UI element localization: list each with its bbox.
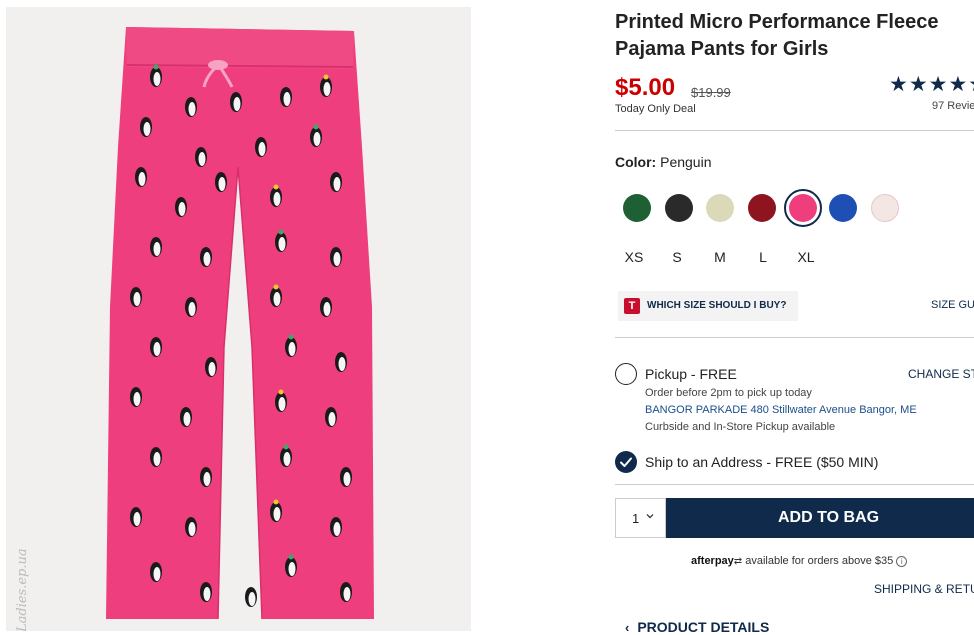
- swatch-black-holiday-print[interactable]: [665, 194, 693, 222]
- chevron-left-icon: ‹: [625, 620, 630, 635]
- curbside-note: Curbside and In-Store Pickup available: [645, 421, 836, 433]
- pajama-pants-image: [6, 7, 471, 631]
- size-guide-link[interactable]: SIZE GUIDE: [931, 299, 974, 311]
- star-rating-icon[interactable]: ★★★★★: [889, 72, 974, 97]
- product-image[interactable]: Ladies.ep.ua: [6, 7, 471, 631]
- swatch-red-buffalo-plaid[interactable]: [748, 194, 776, 222]
- checkmark-icon: [620, 457, 632, 467]
- store-name-link[interactable]: BANGOR PARKADE 480 Stillwater Avenue Ban…: [645, 404, 917, 416]
- ship-radio-checked[interactable]: [615, 451, 637, 473]
- change-store-link[interactable]: CHANGE STORE: [908, 367, 974, 381]
- pickup-radio[interactable]: [615, 363, 637, 385]
- deal-label: Today Only Deal: [615, 103, 696, 115]
- penguin-motif: [180, 407, 192, 427]
- swatch-pink-penguin-selected[interactable]: [784, 189, 822, 227]
- size-help-button[interactable]: T WHICH SIZE SHOULD I BUY?: [618, 291, 798, 321]
- penguin-motif: [185, 297, 197, 317]
- penguin-motif: [325, 407, 337, 427]
- product-info-panel: Printed Micro Performance Fleece Pajama …: [615, 0, 974, 635]
- penguin-motif: [340, 582, 352, 602]
- quantity-select[interactable]: 1: [615, 498, 666, 538]
- size-help-label: WHICH SIZE SHOULD I BUY?: [647, 300, 787, 311]
- penguin-motif: [200, 247, 212, 267]
- penguin-motif: [330, 172, 342, 192]
- penguin-motif: [150, 562, 162, 582]
- penguin-motif: [185, 517, 197, 537]
- afterpay-arrow-icon: ⇄: [733, 556, 743, 567]
- penguin-motif: [280, 87, 292, 107]
- reviews-link[interactable]: 97 Reviews: [932, 100, 974, 112]
- penguin-motif: [185, 97, 197, 117]
- swatch-blue-sparkle[interactable]: [829, 194, 857, 222]
- sale-price: $5.00: [615, 74, 676, 101]
- penguin-motif: [130, 287, 142, 307]
- penguin-motif: [215, 172, 227, 192]
- color-label-prefix: Color:: [615, 154, 657, 170]
- penguin-motif: [245, 587, 257, 607]
- add-to-bag-button[interactable]: ADD TO BAG: [666, 498, 974, 538]
- penguin-motif: [150, 337, 162, 357]
- penguin-motif: [195, 147, 207, 167]
- swatch-green-christmas-tree[interactable]: [623, 194, 651, 222]
- quantity-value: 1: [632, 511, 640, 526]
- penguin-motif: [255, 137, 267, 157]
- swatch-cream-plaid[interactable]: [706, 194, 734, 222]
- penguin-motif: [340, 467, 352, 487]
- add-to-bag-label: ADD TO BAG: [778, 509, 880, 526]
- penguin-motif: [175, 197, 187, 217]
- swatch-pink-penguin-fill: [789, 194, 817, 222]
- svg-text:Ladies.ep.ua: Ladies.ep.ua: [15, 548, 30, 631]
- product-title: Printed Micro Performance Fleece Pajama …: [615, 11, 939, 60]
- penguin-motif: [200, 582, 212, 602]
- divider: [615, 337, 974, 338]
- selected-color-name: Penguin: [660, 154, 712, 170]
- size-option-m[interactable]: M: [705, 249, 735, 265]
- size-option-s[interactable]: S: [662, 249, 692, 265]
- penguin-motif: [150, 237, 162, 257]
- swatch-candy-cane[interactable]: [871, 194, 899, 222]
- afterpay-text: available for orders above $35: [745, 555, 894, 567]
- chevron-down-icon: [646, 514, 654, 519]
- product-details-toggle[interactable]: ‹ PRODUCT DETAILS: [625, 619, 769, 635]
- penguin-motif: [330, 517, 342, 537]
- penguin-motif: [335, 352, 347, 372]
- ship-to-address-label[interactable]: Ship to an Address - FREE ($50 MIN): [645, 454, 878, 470]
- penguin-motif: [135, 167, 147, 187]
- shipping-returns-link[interactable]: SHIPPING & RETURNS: [874, 582, 974, 596]
- penguin-motif: [130, 387, 142, 407]
- original-price: $19.99: [691, 85, 731, 100]
- divider: [615, 484, 974, 485]
- penguin-motif: [205, 357, 217, 377]
- penguin-motif: [230, 92, 242, 112]
- penguin-motif: [200, 467, 212, 487]
- info-icon[interactable]: i: [896, 555, 908, 567]
- penguin-motif: [140, 117, 152, 137]
- pickup-note: Order before 2pm to pick up today: [645, 387, 812, 399]
- divider: [615, 130, 974, 131]
- color-label: Color: Penguin: [615, 154, 712, 170]
- penguin-motif: [130, 507, 142, 527]
- penguin-motif: [330, 247, 342, 267]
- product-details-label: PRODUCT DETAILS: [637, 619, 770, 635]
- true-fit-icon: T: [624, 298, 640, 314]
- afterpay-logo: afterpay: [691, 555, 734, 567]
- afterpay-info: afterpay⇄ available for orders above $35…: [691, 555, 908, 567]
- pickup-label[interactable]: Pickup - FREE: [645, 366, 737, 382]
- penguin-motif: [150, 447, 162, 467]
- size-option-xl[interactable]: XL: [791, 249, 821, 265]
- size-option-xs[interactable]: XS: [619, 249, 649, 265]
- penguin-motif: [320, 297, 332, 317]
- watermark-signature: Ladies.ep.ua: [15, 548, 30, 631]
- size-option-l[interactable]: L: [748, 249, 778, 265]
